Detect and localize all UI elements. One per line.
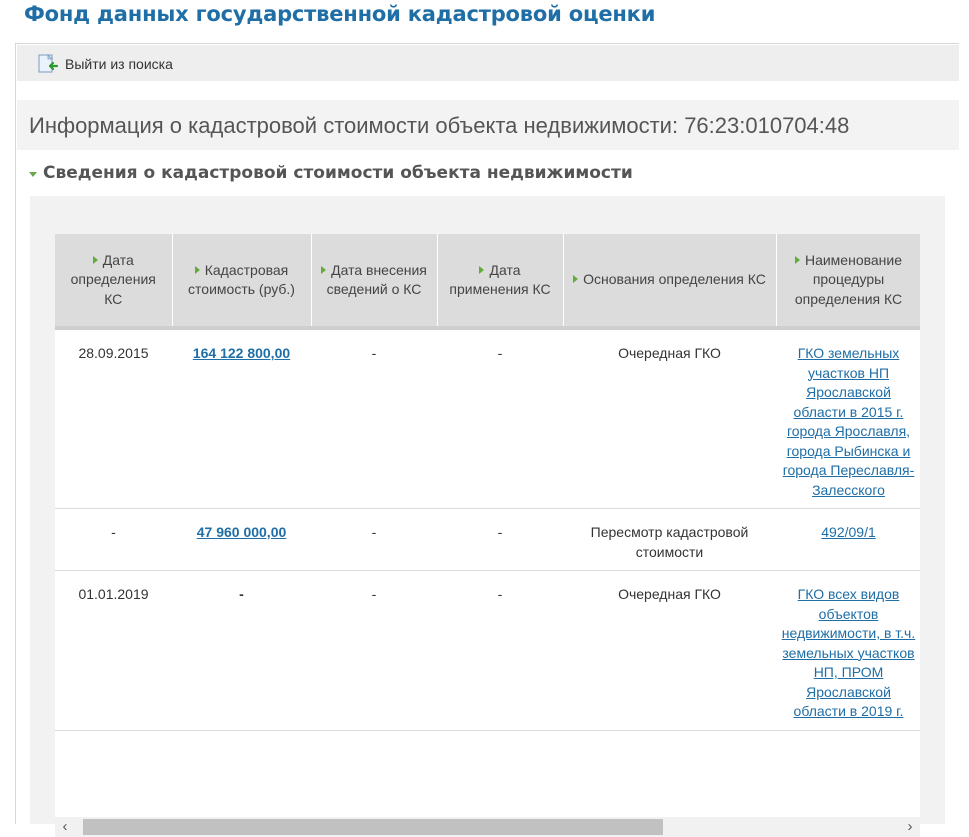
cell-procedure: ГКО всех видов объектов недвижимости, в …	[776, 570, 920, 731]
cell-procedure: 492/09/1	[776, 508, 920, 571]
section-toggle[interactable]: Сведения о кадастровой стоимости объекта…	[29, 163, 633, 183]
cell-cadastral-value: 164 122 800,00	[172, 328, 311, 509]
cell-date-determined: -	[55, 508, 172, 571]
header-procedure[interactable]: Наименование процедуры определения КС	[776, 234, 920, 330]
toolbar: Выйти из поиска	[17, 45, 959, 81]
cell-date-applied: -	[437, 328, 563, 509]
header-date-determined[interactable]: Дата определения КС	[55, 234, 173, 330]
cell-basis: Пересмотр кадастровой стоимости	[563, 508, 776, 571]
cell-cadastral-value: 47 960 000,00	[172, 508, 311, 571]
cell-date-applied: -	[437, 570, 563, 731]
header-date-entered[interactable]: Дата внесения сведений о КС	[311, 234, 438, 330]
info-heading: Информация о кадастровой стоимости объек…	[17, 100, 959, 150]
triangle-right-icon	[479, 265, 485, 274]
triangle-right-icon	[794, 255, 800, 264]
table-row: - 47 960 000,00 - - Пересмотр кадастрово…	[55, 508, 920, 571]
cell-basis: Очередная ГКО	[563, 328, 776, 509]
header-date-applied[interactable]: Дата применения КС	[437, 234, 564, 330]
cadastral-value-link[interactable]: 164 122 800,00	[193, 345, 290, 361]
table-row: 01.01.2019 - - - Очередная ГКО ГКО всех …	[55, 570, 920, 731]
header-cadastral-value[interactable]: Кадастровая стоимость (руб.)	[172, 234, 312, 330]
triangle-right-icon	[194, 265, 200, 274]
cell-date-determined: 01.01.2019	[55, 570, 172, 731]
triangle-down-icon	[29, 171, 37, 177]
header-basis[interactable]: Основания определения КС	[563, 234, 777, 330]
cell-basis: Очередная ГКО	[563, 570, 776, 731]
table-scroll-area[interactable]: Дата определения КС Кадастровая стоимост…	[55, 234, 920, 824]
cadastral-value-link[interactable]: 47 960 000,00	[197, 524, 287, 540]
info-heading-text: Информация о кадастровой стоимости объек…	[29, 113, 850, 138]
procedure-link[interactable]: 492/09/1	[821, 524, 876, 540]
cell-date-determined: 28.09.2015	[55, 328, 172, 509]
cadastral-value-table: Дата определения КС Кадастровая стоимост…	[55, 234, 920, 731]
triangle-right-icon	[92, 255, 98, 264]
triangle-right-icon	[321, 265, 327, 274]
procedure-link[interactable]: ГКО всех видов объектов недвижимости, в …	[782, 586, 916, 719]
section-panel: Дата определения КС Кадастровая стоимост…	[30, 196, 945, 837]
horizontal-scrollbar[interactable]: ‹ ›	[55, 817, 920, 837]
cell-procedure: ГКО земельных участков НП Ярославской об…	[776, 328, 920, 509]
cell-date-entered: -	[311, 570, 437, 731]
scrollbar-thumb[interactable]	[83, 819, 663, 835]
page-title: Фонд данных государственной кадастровой …	[24, 2, 656, 26]
exit-search-label: Выйти из поиска	[65, 56, 173, 72]
section-title: Сведения о кадастровой стоимости объекта…	[43, 163, 633, 183]
procedure-link[interactable]: ГКО земельных участков НП Ярославской об…	[783, 345, 915, 498]
exit-search-button[interactable]: Выйти из поиска	[37, 54, 173, 74]
cell-date-entered: -	[311, 328, 437, 509]
cell-date-applied: -	[437, 508, 563, 571]
chevron-left-icon[interactable]: ‹	[58, 819, 72, 834]
table-row: 28.09.2015 164 122 800,00 - - Очередная …	[55, 328, 920, 509]
exit-search-icon	[38, 54, 59, 73]
table-header-row: Дата определения КС Кадастровая стоимост…	[55, 234, 920, 330]
content-frame: Выйти из поиска Информация о кадастровой…	[15, 43, 959, 837]
cell-date-entered: -	[311, 508, 437, 571]
cell-cadastral-value: -	[172, 570, 311, 731]
triangle-right-icon	[573, 275, 579, 284]
chevron-right-icon[interactable]: ›	[903, 819, 917, 834]
